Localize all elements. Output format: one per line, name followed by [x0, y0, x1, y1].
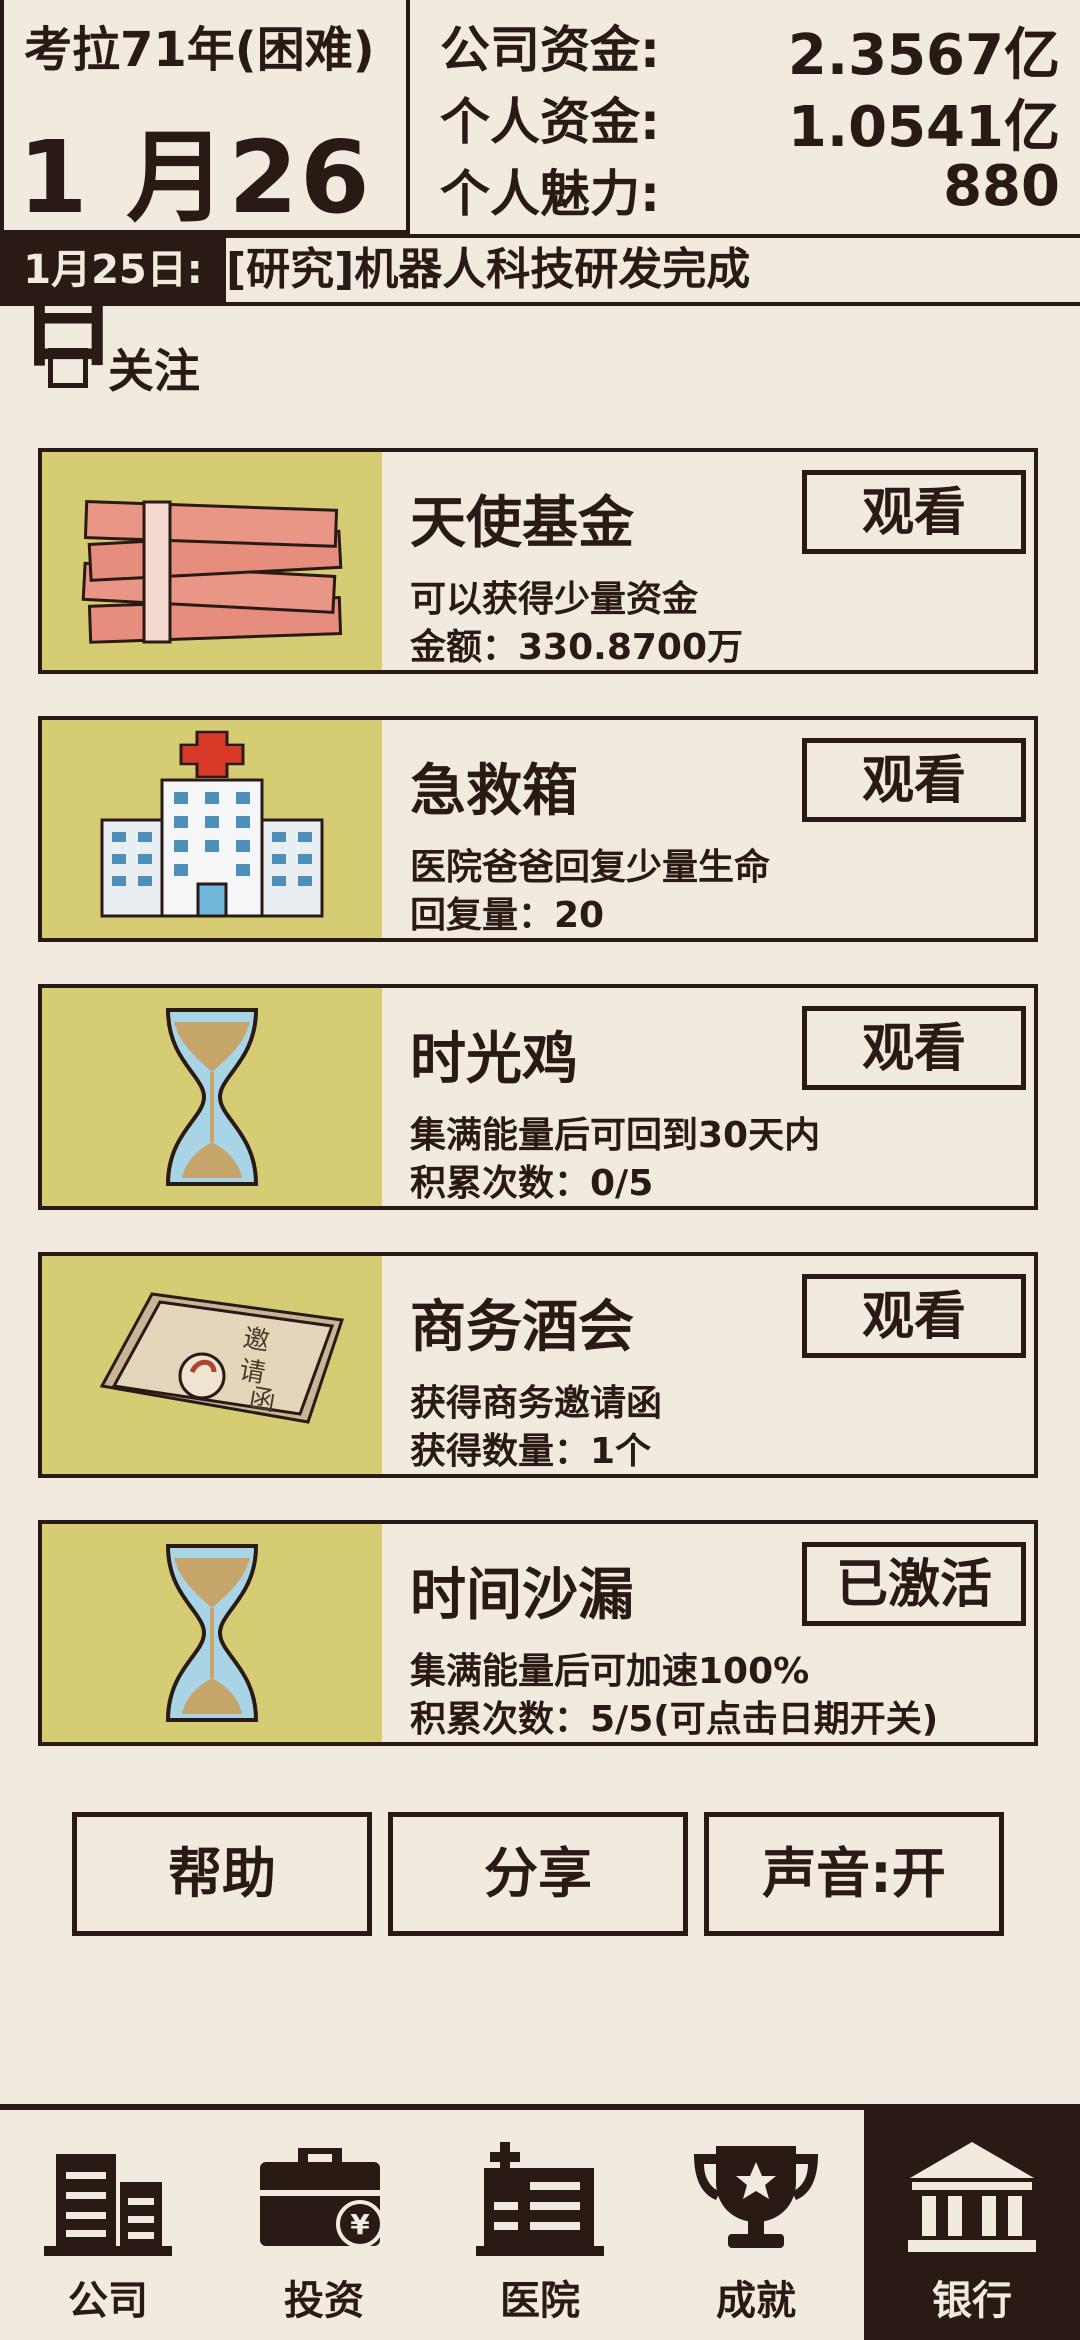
svg-text:¥: ¥	[350, 2208, 370, 2241]
card-title: 时间沙漏	[410, 1563, 634, 1628]
status-header: 考拉71年(困难) 1 月26 日 公司资金: 2.3567亿 个人资金: 1.…	[0, 0, 1080, 381]
tab-achievements[interactable]: 成就	[648, 2110, 864, 2340]
card-amount: 积累次数：0/5	[410, 1163, 654, 1204]
card-amount: 积累次数：5/5(可点击日期开关)	[410, 1699, 939, 1740]
card-description: 医院爸爸回复少量生命	[410, 847, 771, 888]
card-description: 集满能量后可回到30天内	[410, 1115, 821, 1156]
hospital-building-icon	[476, 2142, 604, 2256]
tab-investment[interactable]: ¥ 投资	[216, 2110, 432, 2340]
company-funds-row: 公司资金: 2.3567亿	[440, 10, 1060, 88]
news-date: 1月25日:	[0, 238, 226, 302]
svg-text:函: 函	[247, 1383, 278, 1417]
personal-funds-value: 1.0541亿	[787, 95, 1060, 160]
tab-label: 投资	[284, 2278, 364, 2324]
card-thumbnail	[42, 720, 382, 938]
card-time-chicken: 时光鸡 集满能量后可回到30天内 积累次数：0/5 观看	[38, 984, 1038, 1210]
tab-hospital[interactable]: 医院	[432, 2110, 648, 2340]
card-amount: 获得数量：1个	[410, 1431, 652, 1472]
funds-panel: 公司资金: 2.3567亿 个人资金: 1.0541亿 个人魅力: 880	[410, 0, 1080, 234]
charisma-label: 个人魅力:	[440, 165, 660, 223]
invitation-letter-icon: 邀 请 函	[99, 1292, 344, 1424]
card-hourglass: 时间沙漏 集满能量后可加速100% 积累次数：5/5(可点击日期开关) 已激活	[38, 1520, 1038, 1746]
card-title: 天使基金	[410, 491, 634, 556]
watch-button[interactable]: 观看	[802, 738, 1026, 822]
follow-checkbox[interactable]: 关注	[48, 338, 200, 398]
follow-label: 关注	[108, 344, 200, 398]
card-business-party: 邀 请 函 商务酒会 获得商务邀请函 获得数量：1个 观看	[38, 1252, 1038, 1478]
trophy-icon	[694, 2146, 818, 2248]
tab-label: 成就	[716, 2278, 796, 2324]
tab-label: 医院	[500, 2278, 580, 2324]
bank-icon	[908, 2142, 1036, 2252]
tab-label: 银行	[932, 2278, 1012, 2324]
hourglass-icon	[165, 1544, 259, 1722]
card-thumbnail	[42, 452, 382, 670]
card-title: 急救箱	[410, 759, 578, 824]
charisma-value: 880	[943, 154, 1060, 219]
svg-text:邀: 邀	[241, 1323, 272, 1357]
card-thumbnail	[42, 988, 382, 1206]
card-amount: 回复量：20	[410, 895, 605, 936]
share-button[interactable]: 分享	[388, 1812, 688, 1936]
personal-funds-row: 个人资金: 1.0541亿	[440, 82, 1060, 160]
checkbox-box[interactable]	[48, 348, 88, 388]
money-stack-icon	[81, 500, 343, 644]
company-funds-label: 公司资金:	[440, 21, 660, 79]
hourglass-icon	[165, 1008, 259, 1186]
card-amount: 金额：330.8700万	[410, 627, 744, 668]
card-title: 商务酒会	[410, 1295, 634, 1360]
watch-button[interactable]: 观看	[802, 1006, 1026, 1090]
bottom-tab-bar: 公司 ¥ 投资 医院 成就 银行	[0, 2104, 1080, 2340]
card-thumbnail: 邀 请 函	[42, 1256, 382, 1474]
news-text: [研究]机器人科技研发完成	[226, 244, 751, 295]
sound-toggle-button[interactable]: 声音:开	[704, 1812, 1004, 1936]
charisma-row: 个人魅力: 880	[440, 154, 1060, 223]
card-description: 获得商务邀请函	[410, 1383, 663, 1424]
year-difficulty: 考拉71年(困难)	[24, 22, 375, 78]
tab-company[interactable]: 公司	[0, 2110, 216, 2340]
date-panel[interactable]: 考拉71年(困难) 1 月26 日	[0, 0, 410, 381]
company-building-icon	[44, 2154, 172, 2256]
watch-button[interactable]: 观看	[802, 1274, 1026, 1358]
help-button[interactable]: 帮助	[72, 1812, 372, 1936]
hospital-icon	[100, 730, 324, 918]
tab-bank[interactable]: 银行	[864, 2110, 1080, 2340]
card-first-aid: 急救箱 医院爸爸回复少量生命 回复量：20 观看	[38, 716, 1038, 942]
watch-button[interactable]: 观看	[802, 470, 1026, 554]
card-description: 集满能量后可加速100%	[410, 1651, 810, 1692]
activated-button[interactable]: 已激活	[802, 1542, 1026, 1626]
company-funds-value: 2.3567亿	[787, 23, 1060, 88]
card-title: 时光鸡	[410, 1027, 578, 1092]
tab-label: 公司	[68, 2278, 148, 2324]
card-description: 可以获得少量资金	[410, 579, 699, 620]
card-thumbnail	[42, 1524, 382, 1742]
news-ticker: 1月25日: [研究]机器人科技研发完成	[0, 238, 1080, 306]
briefcase-yen-icon: ¥	[260, 2148, 384, 2248]
personal-funds-label: 个人资金:	[440, 93, 660, 151]
card-angel-fund: 天使基金 可以获得少量资金 金额：330.8700万 观看	[38, 448, 1038, 674]
